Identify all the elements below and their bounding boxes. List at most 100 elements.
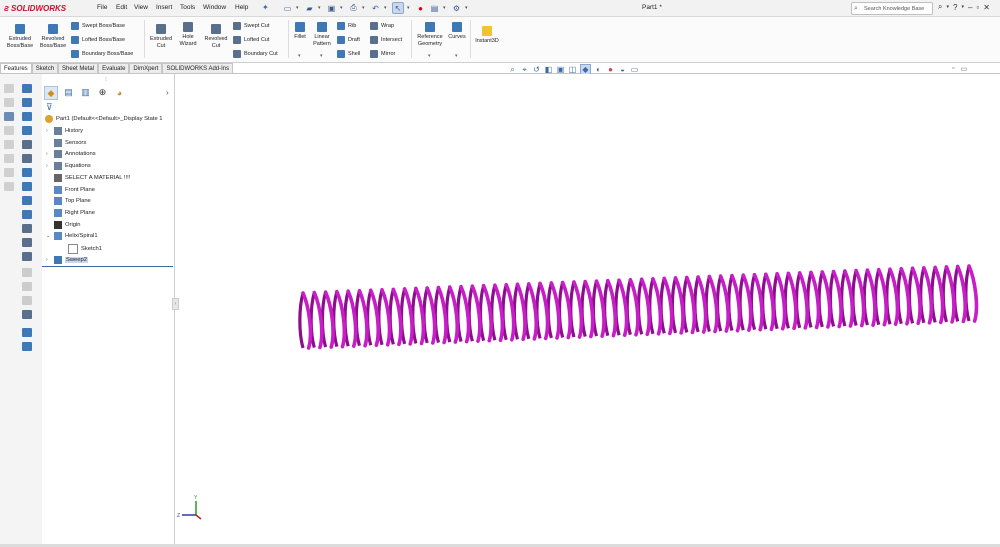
menu-window[interactable]: Window [203, 4, 226, 11]
save-icon[interactable]: ▣ [326, 3, 337, 14]
table-shortcut-icon[interactable] [22, 252, 32, 261]
swept-cut-button[interactable]: Swept Cut [233, 22, 269, 30]
new-document-icon[interactable]: ▭ [282, 3, 293, 14]
properties-dropdown-icon[interactable]: ▾ [443, 5, 448, 11]
edit-appearance-icon[interactable]: ● [606, 65, 615, 74]
mirror-shortcut-icon[interactable] [22, 238, 32, 247]
close-icon[interactable]: ✕ [983, 3, 990, 12]
help-dropdown-icon[interactable]: ▾ [961, 4, 964, 10]
wrap-button[interactable]: Wrap [370, 22, 394, 30]
feature-manager-tab-icon[interactable]: ◆ [44, 86, 58, 100]
search-box[interactable]: ⌕ Search Knowledge Base [851, 2, 933, 15]
curves-dropdown-icon[interactable]: ▾ [455, 53, 458, 59]
selection-rollback-bar[interactable] [42, 266, 173, 267]
panel-grip-icon[interactable]: ⁝ [105, 76, 107, 83]
panel-expand-chevron-icon[interactable]: › [166, 88, 169, 97]
hole-shortcut-icon[interactable] [22, 154, 32, 163]
print-dropdown-icon[interactable]: ▾ [362, 5, 367, 11]
expand-arrow-icon[interactable]: › [46, 151, 51, 157]
shell-button[interactable]: Shell [337, 50, 360, 58]
rebuild-traffic-light-icon[interactable]: ● [415, 3, 426, 14]
select-pointer-icon[interactable]: ↖ [392, 2, 404, 14]
help-icon[interactable]: ? [953, 3, 957, 12]
loft-shortcut-icon[interactable] [22, 126, 32, 135]
pin-icon[interactable]: ✦ [262, 3, 269, 12]
linear-pattern-button[interactable]: Linear Pattern [310, 22, 334, 47]
tab-evaluate[interactable]: Evaluate [98, 63, 130, 73]
view-settings-icon[interactable]: ▭ [630, 65, 639, 74]
boundary-boss-button[interactable]: Boundary Boss/Base [71, 50, 133, 58]
open-dropdown-icon[interactable]: ▾ [318, 5, 323, 11]
revolve-shortcut-icon[interactable] [22, 98, 32, 107]
previous-view-icon[interactable]: ↺ [532, 65, 541, 74]
save-dropdown-icon[interactable]: ▾ [340, 5, 345, 11]
boundary-cut-button[interactable]: Boundary Cut [233, 50, 278, 58]
extruded-cut-button[interactable]: Extruded Cut [148, 24, 174, 49]
search-icon[interactable]: ⌕ [938, 2, 942, 12]
refgeom-dropdown-icon[interactable]: ▾ [428, 53, 431, 59]
tree-item-top-plane[interactable]: Top Plane [46, 197, 91, 206]
undo-icon[interactable]: ↶ [370, 3, 381, 14]
search-dropdown-icon[interactable]: ▾ [946, 4, 949, 10]
cut-shortcut-icon[interactable] [22, 140, 32, 149]
options-dropdown-icon[interactable]: ▾ [465, 5, 470, 11]
tree-item-sketch1[interactable]: Sketch1 [68, 244, 102, 254]
menu-insert[interactable]: Insert [156, 4, 172, 11]
strip-tool-icon[interactable] [4, 140, 14, 149]
tree-item-sweep2[interactable]: › Sweep2 [46, 255, 88, 264]
dynamic-annotation-icon[interactable]: ▣ [556, 65, 565, 74]
viewport-maximize-icon[interactable]: ▭ [960, 65, 967, 73]
wrap-shortcut-icon[interactable] [22, 224, 32, 233]
menu-edit[interactable]: Edit [116, 4, 127, 11]
extruded-boss-button[interactable]: Extruded Boss/Base [3, 24, 37, 49]
strip-tool-icon[interactable] [4, 182, 14, 191]
tab-dimxpert[interactable]: DimXpert [129, 63, 163, 73]
revolved-boss-button[interactable]: Revolved Boss/Base [37, 24, 69, 49]
minimize-icon[interactable]: – [968, 3, 972, 12]
filter-icon[interactable]: ⊽ [46, 102, 53, 113]
tree-item-sensors[interactable]: Sensors [46, 138, 86, 147]
sweep-shortcut-icon[interactable] [22, 112, 32, 121]
new-dropdown-icon[interactable]: ▾ [296, 5, 301, 11]
revolved-cut-button[interactable]: Revolved Cut [201, 24, 231, 49]
fillet-shortcut-icon[interactable] [22, 168, 32, 177]
configuration-manager-tab-icon[interactable]: ▥ [79, 86, 92, 99]
rib-button[interactable]: Rib [337, 22, 356, 30]
tab-addins[interactable]: SOLIDWORKS Add-Ins [162, 63, 234, 73]
tree-item-history[interactable]: › History [46, 127, 83, 135]
strip-tool-icon[interactable] [4, 126, 14, 135]
intersect-button[interactable]: Intersect [370, 36, 402, 44]
menu-view[interactable]: View [134, 4, 148, 11]
lofted-boss-button[interactable]: Lofted Boss/Base [71, 36, 125, 44]
helix-shortcut-icon[interactable] [22, 342, 32, 351]
solidworks-logo[interactable]: ƨ SOLIDWORKS [4, 2, 66, 14]
helix-spring-model[interactable] [175, 74, 1000, 544]
tab-features[interactable]: Features [0, 63, 32, 73]
mirror-button[interactable]: Mirror [370, 50, 395, 58]
menu-file[interactable]: File [97, 4, 107, 11]
tab-sketch[interactable]: Sketch [31, 63, 59, 73]
property-manager-tab-icon[interactable]: ▤ [62, 86, 75, 99]
swept-boss-button[interactable]: Swept Boss/Base [71, 22, 125, 30]
pattern-dropdown-icon[interactable]: ▾ [320, 53, 323, 59]
tab-sheet-metal[interactable]: Sheet Metal [58, 63, 99, 73]
expand-arrow-icon[interactable]: › [46, 128, 51, 134]
instant3d-button[interactable]: Instant3D [472, 26, 502, 45]
tree-item-origin[interactable]: Origin [46, 220, 80, 229]
panel-collapse-handle-icon[interactable]: › [172, 298, 179, 310]
graphics-viewport[interactable] [175, 74, 1000, 544]
select-dropdown-icon[interactable]: ▾ [407, 5, 412, 11]
extrude-shortcut-icon[interactable] [22, 84, 32, 93]
plane-shortcut-icon[interactable] [22, 210, 32, 219]
view-orientation-icon[interactable]: ◫ [568, 65, 577, 74]
tree-item-front-plane[interactable]: Front Plane [46, 185, 95, 194]
print-icon[interactable]: ⎙ [348, 3, 359, 14]
fillet-button[interactable]: Fillet [291, 22, 309, 41]
options-gear-icon[interactable]: ⚙ [451, 3, 462, 14]
hide-show-items-icon[interactable]: ◐ [594, 65, 603, 74]
tree-item-annotations[interactable]: › Annotations [46, 150, 96, 159]
display-manager-tab-icon[interactable]: ◕ [113, 86, 126, 99]
tree-root-part[interactable]: Part1 (Default<<Default>_Display State 1 [45, 115, 163, 123]
expand-arrow-icon[interactable]: › [46, 163, 51, 169]
strip-tool-icon[interactable] [4, 154, 14, 163]
